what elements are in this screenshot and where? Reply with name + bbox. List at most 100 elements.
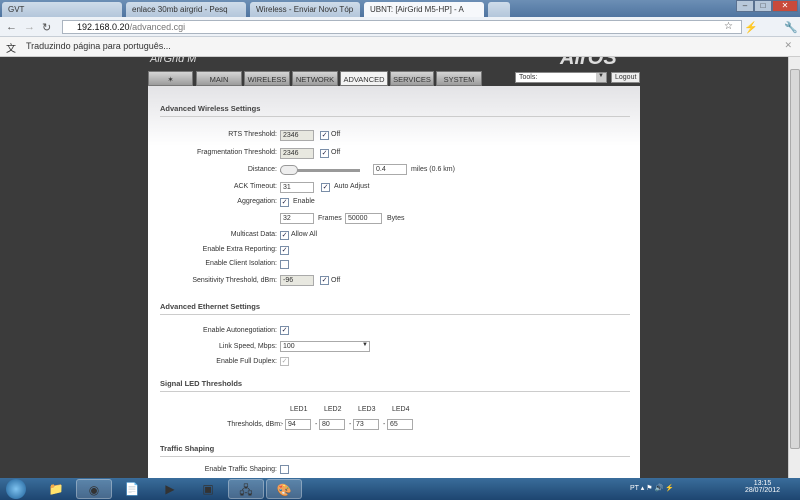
traffic-shaping-checkbox[interactable]: [280, 465, 289, 474]
tab-system[interactable]: SYSTEM: [436, 71, 482, 86]
logout-button[interactable]: Logout: [611, 72, 641, 83]
multicast-checkbox[interactable]: ✓: [280, 231, 289, 240]
reload-icon[interactable]: ↻: [42, 21, 51, 34]
led1-label: LED1: [290, 406, 308, 413]
settings-panel: Advanced Wireless Settings RTS Threshold…: [148, 86, 640, 478]
led4-input[interactable]: 65: [387, 419, 413, 430]
enable-label: Enable: [293, 198, 315, 205]
section-title: Traffic Shaping: [160, 444, 630, 457]
chrome-icon[interactable]: ◉: [76, 479, 112, 499]
rts-label: RTS Threshold:: [228, 131, 277, 138]
tab-network[interactable]: NETWORK: [292, 71, 338, 86]
clock[interactable]: 13:15 28/07/2012: [745, 480, 780, 494]
led4-label: LED4: [392, 406, 410, 413]
rts-input[interactable]: 2346: [280, 130, 314, 141]
ack-input[interactable]: 31: [280, 182, 314, 193]
tab-ubnt-logo[interactable]: ✶: [148, 71, 193, 86]
forward-icon[interactable]: →: [24, 21, 35, 33]
off-label: Off: [331, 277, 341, 284]
browser-tab[interactable]: GVT: [2, 2, 122, 17]
browser-tab-bar: GVT enlace 30mb airgrid - Pesq Wireless …: [0, 0, 800, 17]
led3-label: LED3: [358, 406, 376, 413]
logo: AirGrid M: [150, 57, 197, 65]
chevron-down-icon: ▼: [362, 342, 368, 348]
close-translate-icon[interactable]: ✕: [784, 40, 792, 51]
close-icon[interactable]: ✕: [772, 0, 798, 12]
star-icon[interactable]: ☆: [724, 21, 733, 32]
maximize-icon[interactable]: □: [754, 0, 772, 12]
led2-label: LED2: [324, 406, 342, 413]
thresholds-label: Thresholds, dBm:: [227, 421, 282, 428]
tools-select[interactable]: Tools: ▼: [515, 72, 607, 83]
minimize-icon[interactable]: –: [736, 0, 754, 12]
distance-unit: miles (0.6 km): [411, 166, 455, 173]
paint-icon[interactable]: 🎨: [266, 479, 302, 499]
media-player-icon[interactable]: ▶: [152, 479, 188, 499]
tab-advanced[interactable]: ADVANCED: [340, 71, 388, 86]
full-duplex-label: Enable Full Duplex:: [216, 358, 277, 365]
taskbar: 📁 ◉ 📄 ▶ ▣ 🖧 🎨 PT ▴ ⚑ 🔊 ⚡ 13:15 28/07/2012: [0, 478, 800, 500]
translate-icon: 文: [6, 44, 16, 55]
allow-all-label: Allow All: [291, 231, 318, 238]
sensitivity-input[interactable]: -96: [280, 275, 314, 286]
aggregation-label: Aggregation:: [237, 198, 277, 205]
distance-label: Distance:: [247, 166, 277, 173]
language-indicator[interactable]: PT: [630, 485, 639, 492]
address-bar-row: ← → ↻ 192.168.0.20/advanced.cgi ☆ ⚡ 🔧: [0, 17, 800, 37]
sensitivity-off-checkbox[interactable]: ✓: [320, 276, 329, 285]
extension-icon[interactable]: ⚡: [744, 21, 758, 34]
client-isolation-label: Enable Client Isolation:: [205, 260, 277, 267]
scrollbar-thumb[interactable]: [790, 69, 800, 449]
tab-main[interactable]: MAIN: [196, 71, 242, 86]
off-label: Off: [331, 131, 341, 138]
distance-input[interactable]: 0.4: [373, 164, 407, 175]
led2-input[interactable]: 80: [319, 419, 345, 430]
traffic-shaping-label: Enable Traffic Shaping:: [204, 466, 277, 473]
sensitivity-label: Sensitivity Threshold, dBm:: [192, 277, 277, 284]
full-duplex-checkbox[interactable]: ✓: [280, 357, 289, 366]
section-title: Advanced Ethernet Settings: [160, 302, 630, 315]
window-icon[interactable]: ▣: [190, 479, 226, 499]
url-input[interactable]: 192.168.0.20/advanced.cgi: [62, 20, 742, 34]
translate-bar: 文 Traduzindo página para português... ✕: [0, 37, 800, 57]
start-button[interactable]: [6, 479, 26, 499]
led1-input[interactable]: 94: [285, 419, 311, 430]
minus-sign: -: [315, 421, 318, 428]
frag-off-checkbox[interactable]: ✓: [320, 149, 329, 158]
section-title: Signal LED Thresholds: [160, 379, 630, 392]
led3-input[interactable]: 73: [353, 419, 379, 430]
notepad-icon[interactable]: 📄: [114, 479, 150, 499]
new-tab-button[interactable]: [488, 2, 510, 17]
scrollbar[interactable]: [788, 57, 800, 478]
aggregation-checkbox[interactable]: ✓: [280, 198, 289, 207]
minus-sign: -: [383, 421, 386, 428]
browser-tab-active[interactable]: UBNT: [AirGrid M5-HP] - A: [364, 2, 484, 17]
browser-tab[interactable]: enlace 30mb airgrid - Pesq: [126, 2, 246, 17]
browser-tab[interactable]: Wireless - Enviar Novo Tóp: [250, 2, 360, 17]
explorer-icon[interactable]: 📁: [38, 479, 74, 499]
auto-adjust-checkbox[interactable]: ✓: [321, 183, 330, 192]
extra-reporting-checkbox[interactable]: ✓: [280, 246, 289, 255]
bytes-input[interactable]: 50000: [345, 213, 382, 224]
translate-message: Traduzindo página para português...: [26, 41, 171, 51]
autoneg-checkbox[interactable]: ✓: [280, 326, 289, 335]
frag-input[interactable]: 2346: [280, 148, 314, 159]
tab-services[interactable]: SERVICES: [390, 71, 434, 86]
multicast-label: Multicast Data:: [230, 231, 277, 238]
minus-sign: -: [281, 421, 284, 428]
frames-input[interactable]: 32: [280, 213, 314, 224]
rts-off-checkbox[interactable]: ✓: [320, 131, 329, 140]
wrench-icon[interactable]: 🔧: [784, 21, 798, 34]
ack-label: ACK Timeout:: [233, 183, 277, 190]
minus-sign: -: [349, 421, 352, 428]
client-isolation-checkbox[interactable]: [280, 260, 289, 269]
router-page: AirGrid M AirOS ✶ MAIN WIRELESS NETWORK …: [0, 57, 788, 478]
distance-slider-handle[interactable]: [280, 165, 298, 175]
back-icon[interactable]: ←: [6, 21, 17, 33]
network-app-icon[interactable]: 🖧: [228, 479, 264, 499]
system-tray: PT ▴ ⚑ 🔊 ⚡: [630, 485, 674, 492]
tab-wireless[interactable]: WIRELESS: [244, 71, 290, 86]
link-speed-select[interactable]: 100 ▼: [280, 341, 370, 352]
bytes-label: Bytes: [387, 215, 405, 222]
autoneg-label: Enable Autonegotiation:: [203, 327, 277, 334]
